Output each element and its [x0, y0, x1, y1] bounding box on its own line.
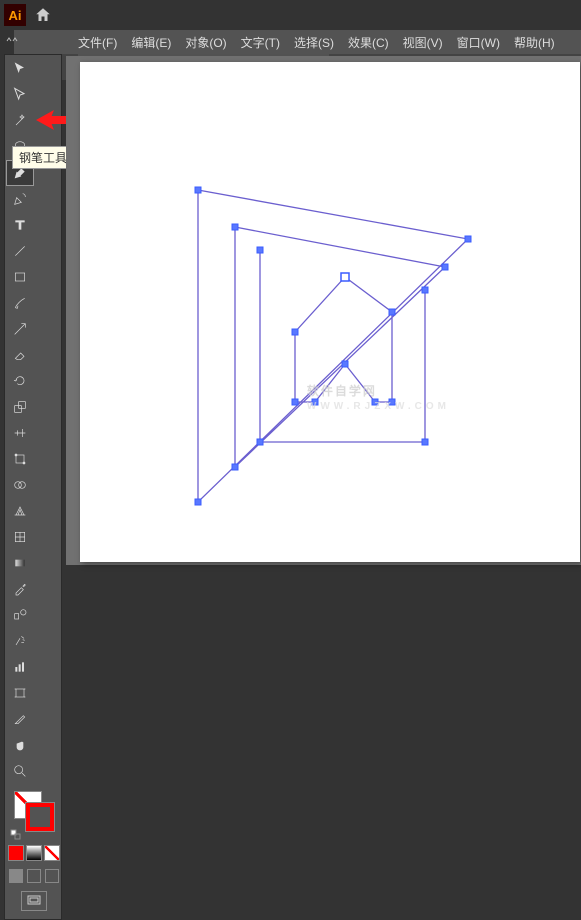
color-swatch-none[interactable] — [44, 845, 60, 861]
color-mode-row — [8, 845, 60, 861]
menu-view[interactable]: 视图(V) — [403, 34, 443, 51]
draw-inside-icon[interactable] — [45, 869, 59, 883]
artboard-tool[interactable] — [7, 681, 33, 705]
default-fill-stroke-icon[interactable] — [10, 829, 22, 841]
menu-object[interactable]: 对象(O) — [185, 34, 226, 51]
shape-builder-tool[interactable] — [7, 473, 33, 497]
mesh-tool[interactable] — [7, 525, 33, 549]
shaper-tool[interactable] — [7, 317, 33, 341]
color-swatch-gradient[interactable] — [26, 845, 42, 861]
type-tool[interactable] — [7, 213, 33, 237]
draw-behind-icon[interactable] — [27, 869, 41, 883]
symbol-sprayer-tool[interactable] — [7, 629, 33, 653]
app-logo: Ai — [4, 4, 26, 26]
line-tool[interactable] — [7, 239, 33, 263]
menu-effect[interactable]: 效果(C) — [348, 34, 389, 51]
vector-path[interactable] — [80, 62, 580, 562]
draw-modes — [9, 869, 59, 883]
eyedropper-tool[interactable] — [7, 577, 33, 601]
scale-tool[interactable] — [7, 395, 33, 419]
expand-toolbox-icon[interactable] — [2, 34, 22, 46]
slice-tool[interactable] — [7, 707, 33, 731]
gradient-tool[interactable] — [7, 551, 33, 575]
column-graph-tool[interactable] — [7, 655, 33, 679]
paintbrush-tool[interactable] — [7, 291, 33, 315]
selection-tool[interactable] — [7, 57, 33, 81]
rotate-tool[interactable] — [7, 369, 33, 393]
menu-select[interactable]: 选择(S) — [294, 34, 334, 51]
width-tool[interactable] — [7, 421, 33, 445]
menu-file[interactable]: 文件(F) — [78, 34, 117, 51]
curvature-tool[interactable] — [7, 187, 33, 211]
toolbox — [4, 54, 62, 920]
menu-type[interactable]: 文字(T) — [241, 34, 280, 51]
rectangle-tool[interactable] — [7, 265, 33, 289]
canvas-area[interactable]: 软件自学网 WWW.RJZXW.COM — [66, 56, 581, 565]
menu-window[interactable]: 窗口(W) — [457, 34, 500, 51]
menu-edit[interactable]: 编辑(E) — [131, 34, 171, 51]
free-transform-tool[interactable] — [7, 447, 33, 471]
artboard[interactable]: 软件自学网 WWW.RJZXW.COM — [80, 62, 580, 562]
perspective-grid-tool[interactable] — [7, 499, 33, 523]
blend-tool[interactable] — [7, 603, 33, 627]
menu-help[interactable]: 帮助(H) — [514, 34, 555, 51]
home-icon[interactable] — [34, 6, 52, 24]
magic-wand-tool[interactable] — [7, 109, 33, 133]
watermark: 软件自学网 WWW.RJZXW.COM — [307, 375, 450, 412]
stroke-swatch[interactable] — [26, 803, 54, 831]
fill-stroke-swatch[interactable] — [14, 791, 54, 831]
eraser-tool[interactable] — [7, 343, 33, 367]
screen-mode-button[interactable] — [21, 891, 47, 911]
draw-normal-icon[interactable] — [9, 869, 23, 883]
menu-bar: 文件(F) 编辑(E) 对象(O) 文字(T) 选择(S) 效果(C) 视图(V… — [0, 30, 581, 54]
color-swatch-red[interactable] — [8, 845, 24, 861]
direct-selection-tool[interactable] — [7, 83, 33, 107]
hand-tool[interactable] — [7, 733, 33, 757]
zoom-tool[interactable] — [7, 759, 33, 783]
